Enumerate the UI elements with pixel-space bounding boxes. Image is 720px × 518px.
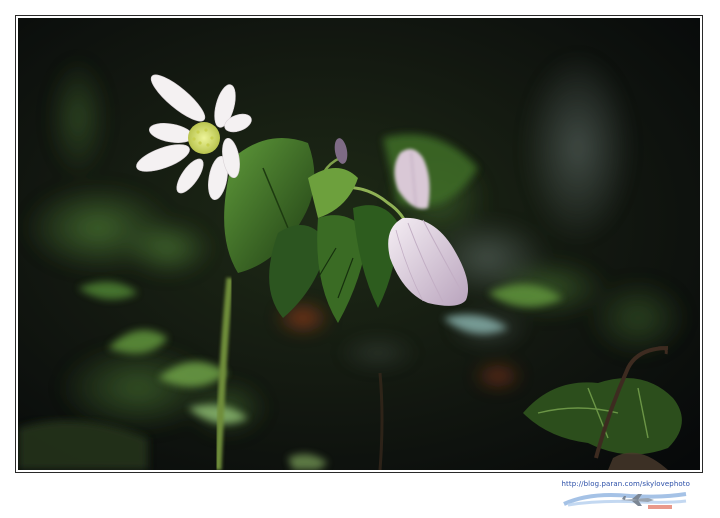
airplane-icon <box>560 488 690 516</box>
watermark: http://blog.paran.com/skylovephoto <box>540 480 690 512</box>
photo-frame: http://blog.paran.com/skylovephoto <box>0 0 720 518</box>
watermark-url: http://blog.paran.com/skylovephoto <box>561 480 690 488</box>
flower-photo-illustration <box>18 18 700 470</box>
photograph <box>18 18 700 470</box>
